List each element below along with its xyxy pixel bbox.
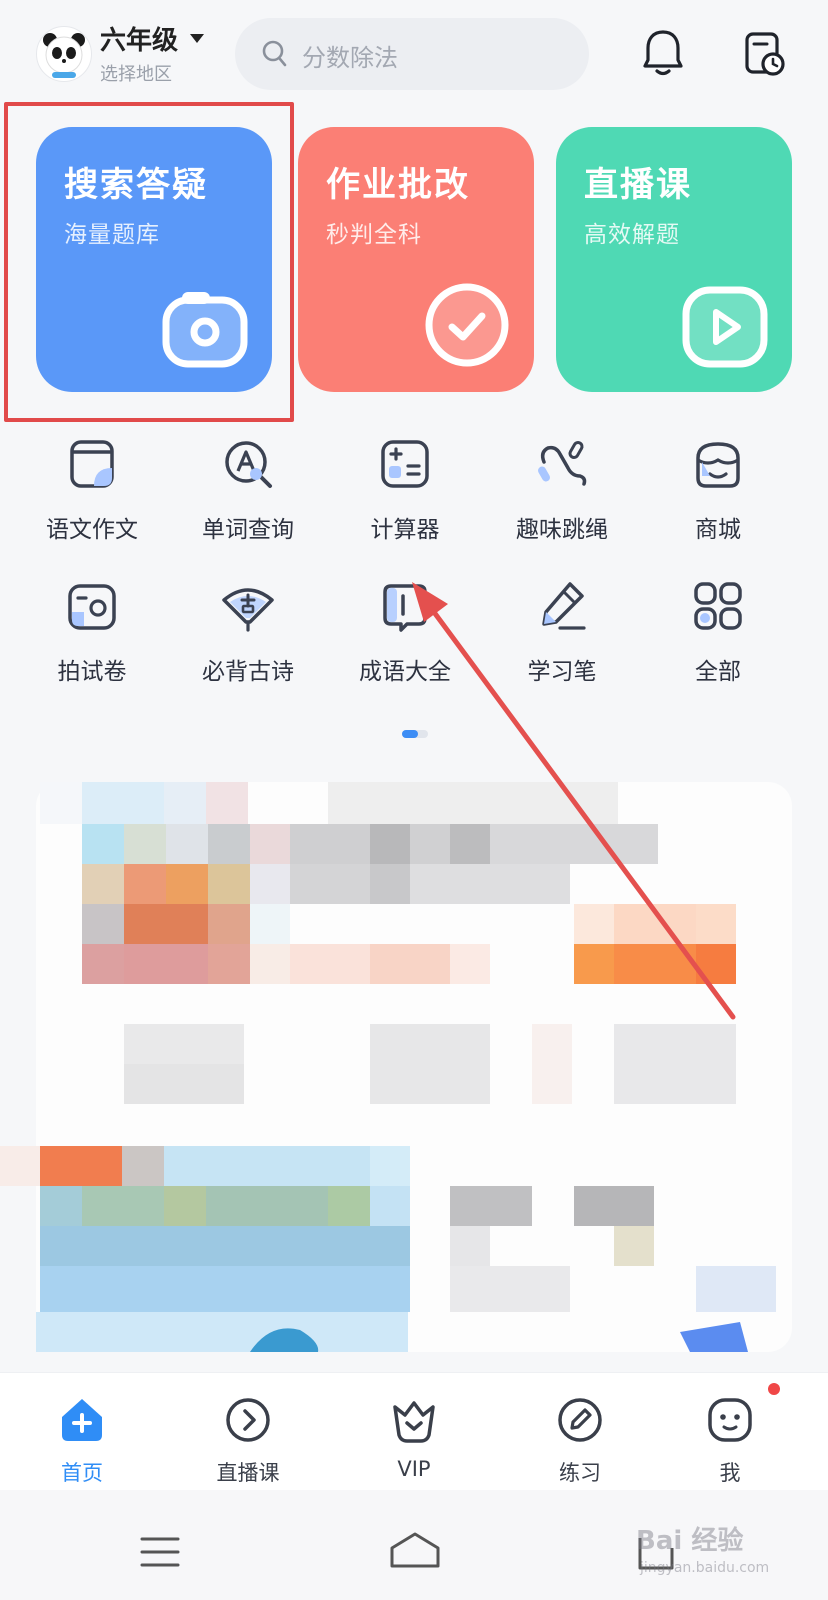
notification-dot xyxy=(768,1383,780,1395)
bell-icon[interactable] xyxy=(641,28,685,78)
fan-poem-icon xyxy=(222,588,274,632)
tool-label: 学习笔 xyxy=(527,659,597,685)
tool-label: 成语大全 xyxy=(359,659,451,685)
search-icon xyxy=(262,40,287,67)
history-icon[interactable] xyxy=(743,30,787,78)
avatar[interactable] xyxy=(36,26,92,82)
annotation-highlight-box xyxy=(4,102,294,422)
grade-selector[interactable]: 六年级 xyxy=(100,20,178,57)
page-indicator-active xyxy=(402,730,418,738)
tool-all[interactable]: 全部 xyxy=(648,578,788,686)
face-icon xyxy=(708,1398,752,1442)
word-search-icon xyxy=(225,441,272,488)
play-icon xyxy=(682,286,768,368)
search-placeholder: 分数除法 xyxy=(302,44,398,72)
menu-icon[interactable] xyxy=(140,1535,180,1569)
tab-label: 我 xyxy=(719,1461,741,1485)
scan-paper-icon xyxy=(68,584,116,630)
tool-study-pen[interactable]: 学习笔 xyxy=(492,578,632,686)
play-circle-icon xyxy=(226,1398,270,1442)
tool-jump-rope[interactable]: 趣味跳绳 xyxy=(492,436,632,544)
idiom-book-icon xyxy=(383,584,427,632)
live-class-card[interactable]: 直播课 高效解题 xyxy=(556,127,792,392)
card-subtitle: 高效解题 xyxy=(584,222,680,248)
tool-scan-paper[interactable]: 拍试卷 xyxy=(22,578,162,686)
card-subtitle: 秒判全科 xyxy=(326,222,422,248)
watermark-url: jingyan.baidu.com xyxy=(640,1560,770,1576)
tool-classic-poems[interactable]: 必背古诗 xyxy=(178,578,318,686)
tool-label: 商城 xyxy=(695,517,741,543)
tool-label: 趣味跳绳 xyxy=(516,517,608,543)
grid-icon xyxy=(694,582,742,630)
caret-down-icon[interactable] xyxy=(190,34,204,43)
tool-label: 必背古诗 xyxy=(202,659,294,685)
calculator-icon xyxy=(381,440,429,488)
home-plus-icon xyxy=(62,1399,102,1441)
card-title: 直播课 xyxy=(584,165,692,205)
tab-label: 练习 xyxy=(559,1461,601,1485)
watermark: Bai 经验 xyxy=(636,1526,744,1556)
tab-home[interactable]: 首页 xyxy=(22,1395,142,1487)
tab-practice[interactable]: 练习 xyxy=(520,1395,640,1487)
notebook-icon xyxy=(70,440,114,488)
pencil-circle-icon xyxy=(558,1398,602,1442)
tool-chinese-essay[interactable]: 语文作文 xyxy=(22,436,162,544)
page-indicator xyxy=(402,730,428,738)
tab-label: 首页 xyxy=(61,1461,103,1485)
homework-check-card[interactable]: 作业批改 秒判全科 xyxy=(298,127,534,392)
tool-idioms[interactable]: 成语大全 xyxy=(335,578,475,686)
pen-icon xyxy=(542,582,586,630)
shop-icon xyxy=(696,442,740,488)
tool-calculator[interactable]: 计算器 xyxy=(335,436,475,544)
check-circle-icon xyxy=(425,283,509,367)
region-selector[interactable]: 选择地区 xyxy=(100,60,172,86)
card-title: 作业批改 xyxy=(326,165,470,205)
tool-label: 全部 xyxy=(695,659,741,685)
tab-live-class[interactable]: 直播课 xyxy=(188,1395,308,1487)
tab-label: VIP xyxy=(397,1457,431,1481)
vip-crown-icon xyxy=(393,1401,435,1443)
pixelated-banner-content xyxy=(0,782,792,1352)
tool-label: 单词查询 xyxy=(202,517,294,543)
search-input[interactable] xyxy=(235,18,589,90)
tool-label: 语文作文 xyxy=(46,517,138,543)
home-icon[interactable] xyxy=(388,1530,442,1572)
tool-label: 拍试卷 xyxy=(57,659,127,685)
tab-me[interactable]: 我 xyxy=(670,1395,790,1487)
jump-rope-icon xyxy=(538,441,587,486)
tool-shop[interactable]: 商城 xyxy=(648,436,788,544)
tab-label: 直播课 xyxy=(216,1461,280,1485)
tool-word-lookup[interactable]: 单词查询 xyxy=(178,436,318,544)
tool-label: 计算器 xyxy=(370,517,440,543)
tab-vip[interactable]: VIP xyxy=(354,1395,474,1481)
